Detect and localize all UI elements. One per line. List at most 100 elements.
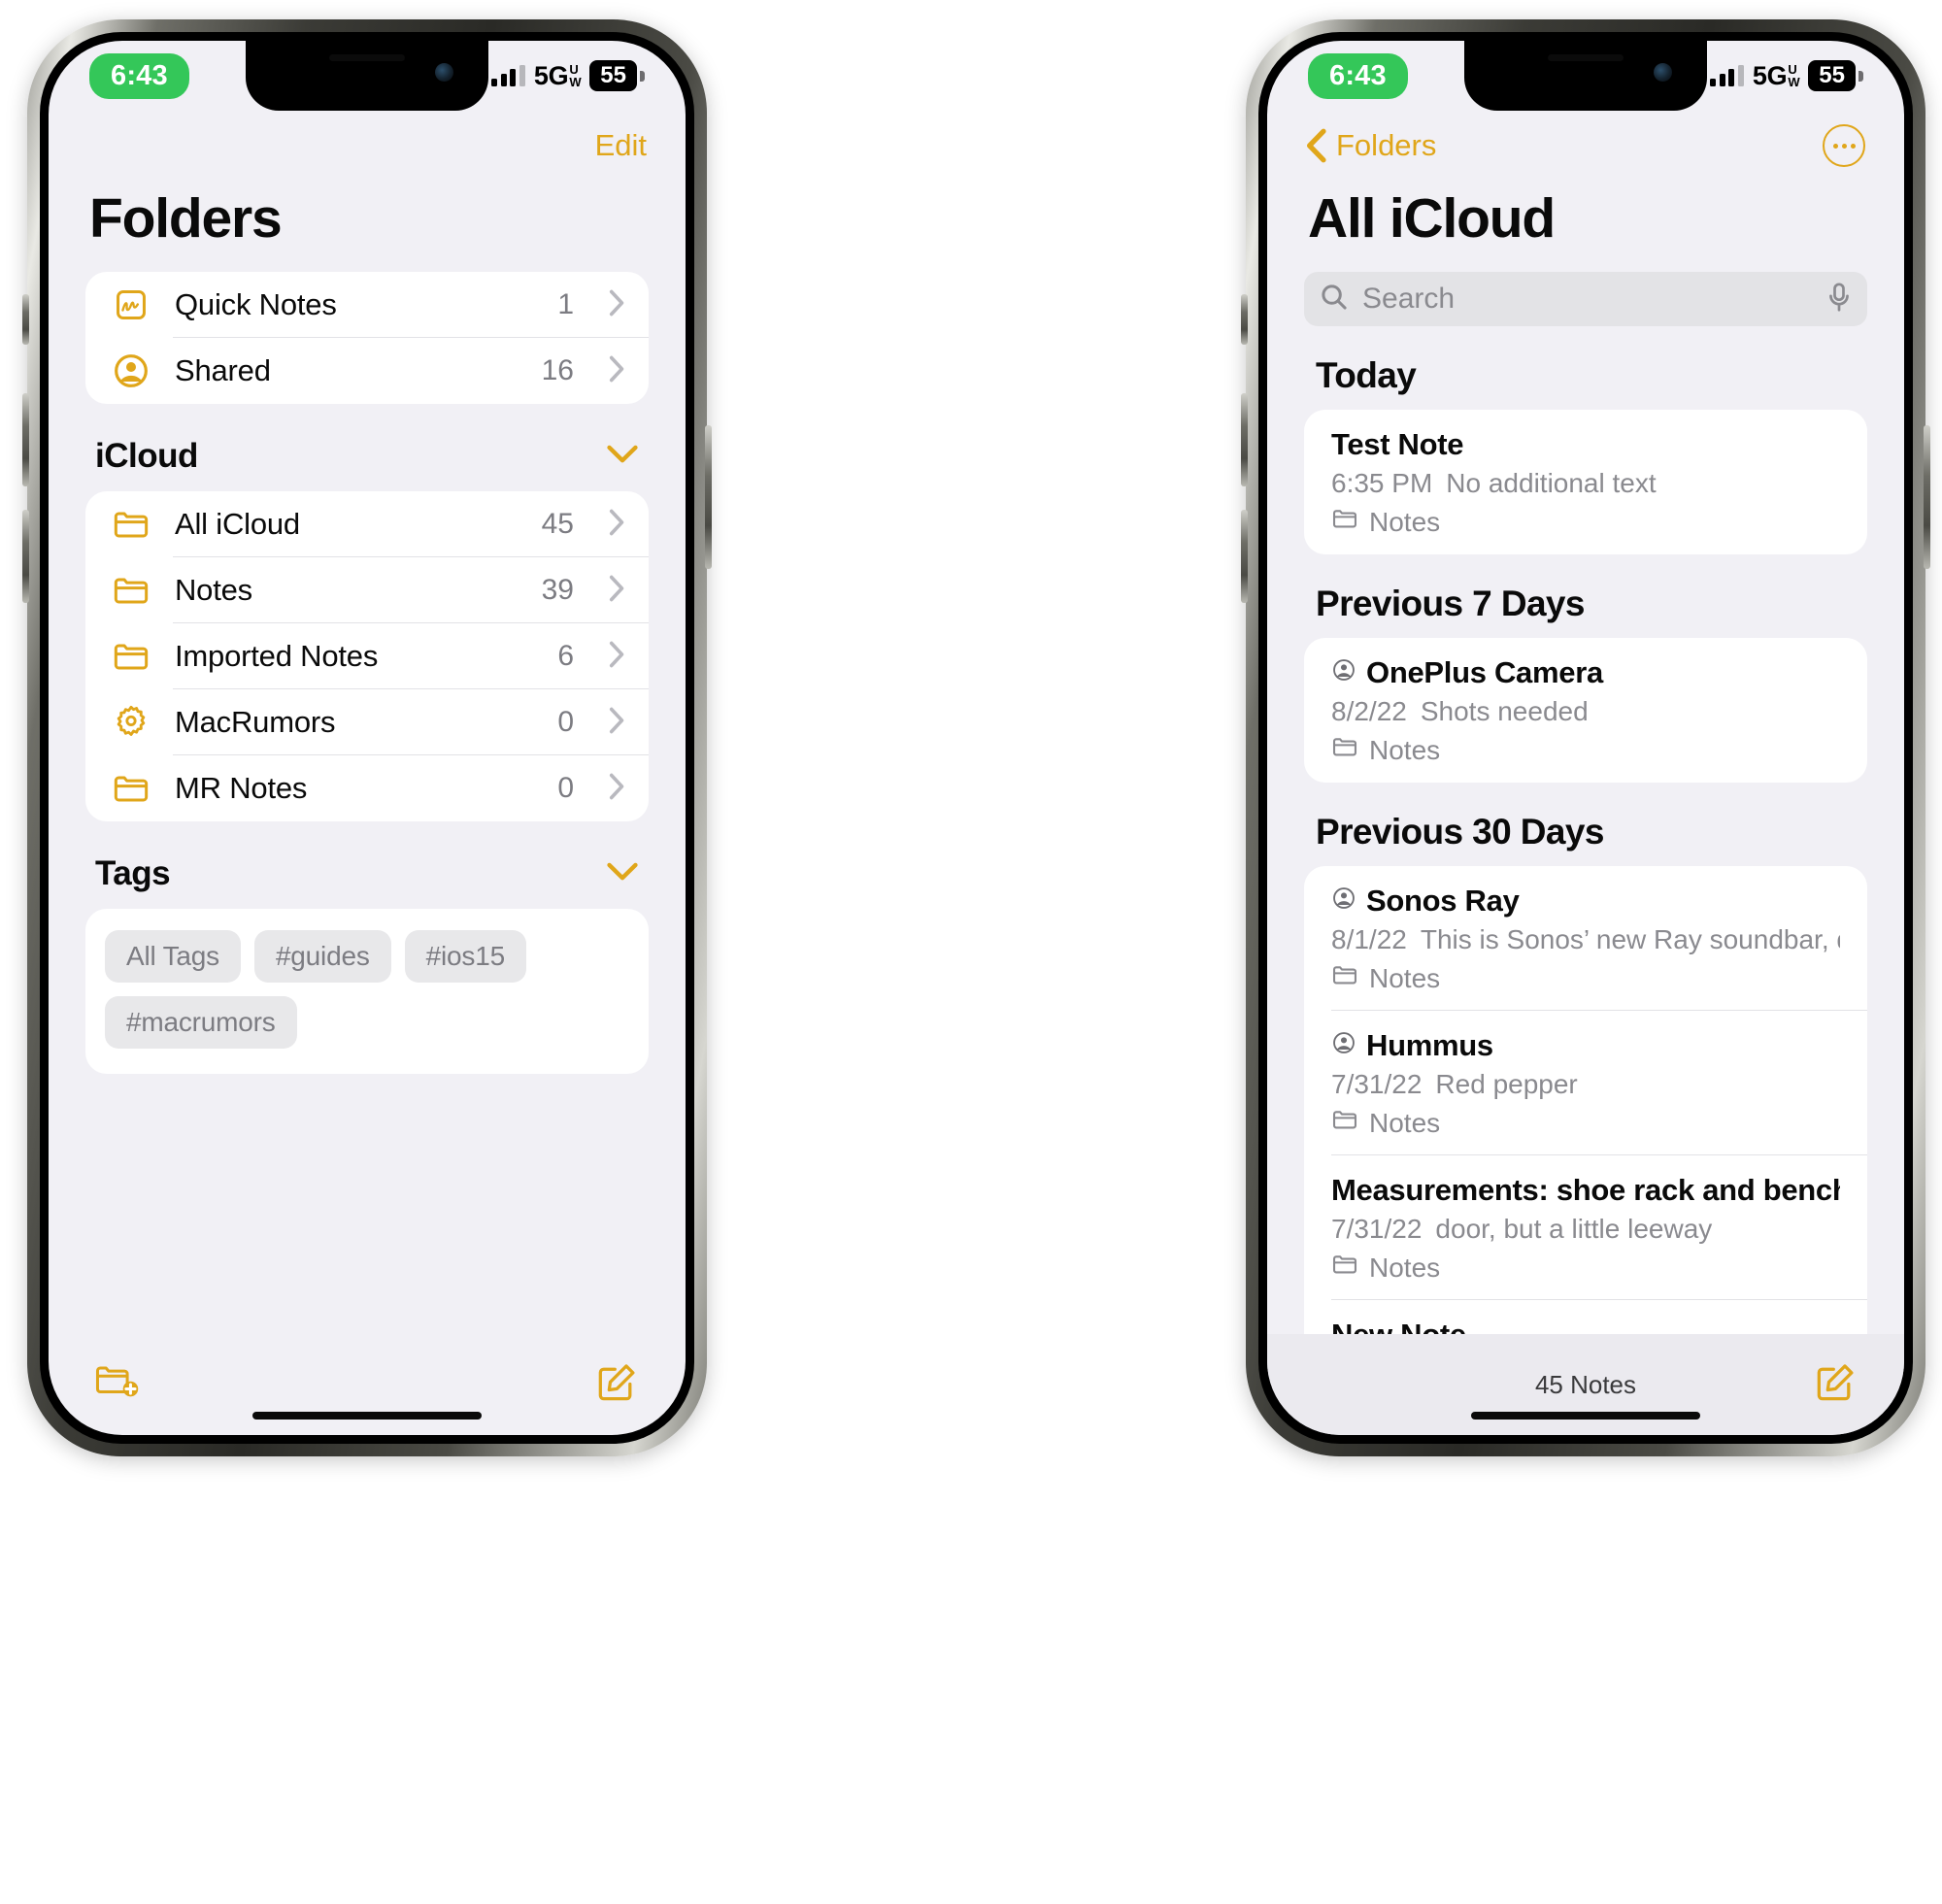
folder-icon [1331,961,1358,995]
new-folder-icon[interactable] [95,1362,140,1408]
note-preview: door, but a little leeway [1435,1214,1713,1244]
folder-label: MR Notes [175,771,308,805]
tag-chip-macrumors[interactable]: #macrumors [105,996,297,1049]
list-item-macrumors[interactable]: MacRumors 0 [85,689,649,755]
note-preview: This is Sonos’ new Ray soundbar, design… [1420,924,1840,954]
note-date: 6:35 PM [1331,468,1433,498]
chevron-right-icon [609,289,625,321]
power-button[interactable] [705,425,712,569]
microphone-icon[interactable] [1826,282,1852,317]
edit-button[interactable]: Edit [595,128,647,163]
group-header-previous-7-days: Previous 7 Days [1316,584,1585,623]
folder-icon [1331,505,1358,539]
note-date: 7/31/22 [1331,1214,1423,1244]
folders-content: Edit Folders Quick Notes 1 Shared 16 iCl… [49,41,686,1435]
more-circle-icon[interactable] [1823,124,1865,167]
search-field[interactable]: Search [1304,272,1867,326]
note-folder: Notes [1331,505,1840,539]
list-item-all-icloud[interactable]: All iCloud 45 [85,491,649,557]
note-folder-label: Notes [1369,506,1441,537]
phone-device-right: 6:43 5G U W 55 Folders All iCloud Search… [1241,19,1930,1456]
note-folder-label: Notes [1369,734,1441,765]
nav-bar-notes: Folders [1267,111,1904,181]
note-title: Hummus [1331,1028,1840,1063]
section-header-tags[interactable]: Tags [49,821,686,909]
compose-icon[interactable] [1813,1360,1858,1410]
note-title: Measurements: shoe rack and bench abo… [1331,1173,1840,1207]
tag-chip-ios15[interactable]: #ios15 [404,930,526,983]
network-type-label: 5G U W [533,60,582,90]
search-icon [1320,283,1349,317]
note-date: 8/2/22 [1331,696,1407,726]
folder-label: Shared [175,353,271,387]
status-bar-left: 6:43 5G U W 55 [49,41,686,111]
tag-chip-all-tags[interactable]: All Tags [105,930,241,983]
note-item-measurements[interactable]: Measurements: shoe rack and bench abo… 7… [1304,1155,1867,1300]
back-label: Folders [1336,128,1437,162]
quick-note-icon [109,286,153,323]
back-to-folders-button[interactable]: Folders [1306,128,1436,163]
notes-count-label: 45 Notes [1534,1369,1637,1399]
chevron-down-icon[interactable] [606,862,639,886]
note-group-previous-7-days: OnePlus Camera 8/2/22 Shots needed Notes [1304,638,1867,783]
note-folder-label: Notes [1369,1107,1441,1138]
volume-up-button[interactable] [1241,393,1248,486]
search-placeholder: Search [1362,283,1456,315]
battery-percent: 55 [1808,59,1856,92]
note-item-test-note[interactable]: Test Note 6:35 PM No additional text Not… [1304,410,1867,554]
note-title: OnePlus Camera [1331,655,1840,690]
phone-bezel-left: 6:43 5G U W 55 Edit Folders Quick Notes … [40,32,694,1444]
volume-down-button[interactable] [1241,510,1248,603]
list-item-quick-notes[interactable]: Quick Notes 1 [85,272,649,338]
cellular-signal-icon [1710,65,1744,86]
folder-icon [109,637,153,676]
tag-list: All Tags #guides #ios15 #macrumors [105,930,629,1049]
nav-bar-folders: Edit [49,111,686,181]
screen-folders: 6:43 5G U W 55 Edit Folders Quick Notes … [49,41,686,1435]
toolbar-notes: 45 Notes [1267,1334,1904,1435]
home-indicator[interactable] [252,1412,482,1420]
folder-icon [1331,733,1358,767]
folder-label: Quick Notes [175,287,337,321]
note-date: 8/1/22 [1331,924,1407,954]
note-folder: Notes [1331,1106,1840,1140]
list-item-imported-notes[interactable]: Imported Notes 6 [85,623,649,689]
power-button[interactable] [1924,425,1930,569]
compose-icon[interactable] [594,1360,639,1410]
volume-down-button[interactable] [22,510,29,603]
note-meta: 8/1/22 This is Sonos’ new Ray soundbar, … [1331,924,1840,955]
status-indicators: 5G U W 55 [491,59,645,92]
mute-switch[interactable] [22,294,29,345]
note-item-hummus[interactable]: Hummus 7/31/22 Red pepper Notes [1304,1011,1867,1155]
note-item-sonos-ray[interactable]: Sonos Ray 8/1/22 This is Sonos’ new Ray … [1304,866,1867,1011]
note-item-oneplus-camera[interactable]: OnePlus Camera 8/2/22 Shots needed Notes [1304,638,1867,783]
tags-card: All Tags #guides #ios15 #macrumors [85,909,649,1074]
mute-switch[interactable] [1241,294,1248,345]
battery-icon: 55 [589,59,645,92]
note-title: New Note [1331,1318,1840,1334]
list-item-shared[interactable]: Shared 16 [85,338,649,404]
note-item-new-note[interactable]: New Note 7/30/22 No additional text [1304,1300,1867,1334]
chevron-right-icon [609,707,625,739]
group-header-today: Today [1316,355,1417,395]
status-time: 6:43 [1308,52,1408,99]
more-dot [1850,143,1856,149]
top-folders-card: Quick Notes 1 Shared 16 [85,272,649,404]
volume-up-button[interactable] [22,393,29,486]
list-item-notes[interactable]: Notes 39 [85,557,649,623]
tag-chip-guides[interactable]: #guides [253,930,391,983]
screenshot-stage: 6:43 5G U W 55 Edit Folders Quick Notes … [0,0,1942,1904]
section-header-icloud[interactable]: iCloud [49,404,686,491]
battery-tip [640,70,645,82]
battery-icon: 55 [1808,59,1863,92]
note-folder-label: Notes [1369,962,1441,993]
list-item-mr-notes[interactable]: MR Notes 0 [85,755,649,821]
note-meta: 7/31/22 Red pepper [1331,1069,1840,1100]
notes-scroll-area[interactable]: Folders All iCloud Search Today Test Not… [1267,111,1904,1334]
chevron-down-icon[interactable] [606,445,639,469]
home-indicator[interactable] [1471,1412,1700,1420]
note-folder: Notes [1331,1251,1840,1285]
folder-icon [109,769,153,808]
gear-icon [109,703,153,742]
group-header-previous-30-days: Previous 30 Days [1316,812,1604,852]
